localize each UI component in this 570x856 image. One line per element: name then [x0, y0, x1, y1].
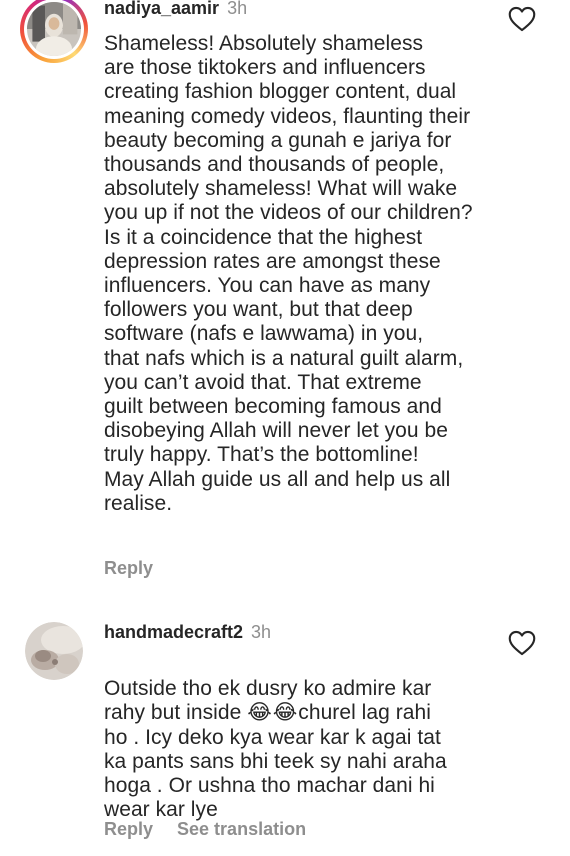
heart-outline-icon[interactable]: [508, 6, 536, 32]
username[interactable]: handmadecraft2: [104, 622, 243, 642]
comment-actions: Reply: [104, 557, 177, 579]
avatar[interactable]: [25, 622, 83, 680]
comment-item: handmadecraft2 3h Outside tho ek dusry ko…: [0, 600, 570, 856]
comment-header: handmadecraft2 3h: [104, 621, 271, 643]
comment-actions: Reply See translation: [104, 818, 330, 840]
timestamp: 3h: [227, 0, 248, 18]
comment-text: Outside tho ek dusry ko admire kar rahy …: [104, 653, 504, 822]
avatar-photo: [27, 2, 81, 56]
reply-button[interactable]: Reply: [104, 558, 153, 578]
comment-item: nadiya_aamir 3h Shameless! Absolutely sha…: [0, 0, 570, 600]
reply-button[interactable]: Reply: [104, 819, 153, 839]
timestamp: 3h: [251, 622, 272, 642]
laughing-emoji: 😂😂: [247, 701, 299, 725]
comment-text: Shameless! Absolutely shameless are thos…: [104, 32, 473, 515]
avatar-photo: [25, 622, 83, 680]
comment-header: nadiya_aamir 3h: [104, 0, 247, 19]
avatar[interactable]: [20, 0, 88, 63]
username[interactable]: nadiya_aamir: [104, 0, 219, 18]
see-translation-button[interactable]: See translation: [177, 819, 306, 839]
heart-outline-icon[interactable]: [508, 630, 536, 656]
